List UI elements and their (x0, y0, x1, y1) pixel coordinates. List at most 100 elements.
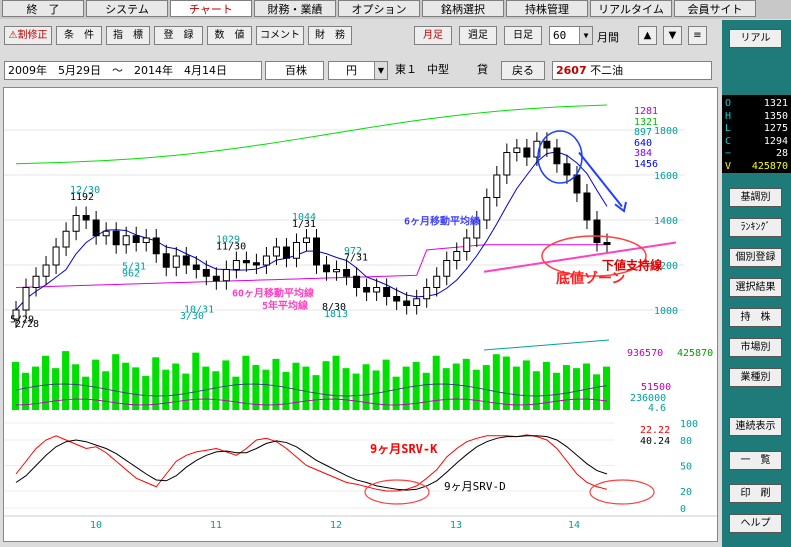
candle (202, 269, 210, 277)
menu-tab[interactable]: オプション (338, 0, 420, 17)
ohlc-panel: O 1321 H 1350 L 1275 C 1294 − 28 V 425870 (722, 95, 791, 173)
candle (603, 242, 611, 245)
price-annotation: 1192 (70, 192, 94, 203)
size-field: 中型 (424, 61, 456, 80)
volume-bar (432, 355, 440, 410)
menu-tab[interactable]: 銘柄選択 (422, 0, 504, 17)
real-button[interactable]: リアル (729, 29, 782, 48)
nav-up-button[interactable]: ▲ (638, 26, 657, 45)
toolbar-button[interactable]: 指 標 (106, 26, 150, 45)
side-button[interactable]: 一 覧 (729, 451, 782, 470)
menu-tab[interactable]: 終 了 (2, 0, 84, 17)
toolbar-button[interactable]: ⚠割修正 (4, 26, 52, 45)
candle (483, 197, 491, 221)
osc-tick-label: 50 (680, 462, 692, 473)
candle (373, 287, 381, 293)
side-button[interactable]: ヘルプ (729, 514, 782, 533)
ohlc-row: H 1350 (722, 111, 791, 123)
back-button[interactable]: 戻る (501, 61, 545, 80)
candle (92, 219, 100, 237)
count-select[interactable]: 60 ▼ (549, 26, 593, 45)
side-button[interactable]: 選択結果 (729, 278, 782, 297)
menu-tab[interactable]: システム (86, 0, 168, 17)
menu-icon[interactable]: ≡ (688, 26, 707, 45)
toolbar-button[interactable]: 登 録 (154, 26, 203, 45)
candle (523, 147, 531, 158)
side-button[interactable]: 個別登録 (729, 248, 782, 267)
ohlc-row: C 1294 (722, 136, 791, 148)
side-button[interactable]: 持 株 (729, 308, 782, 327)
stock-code-number: 2607 (556, 64, 587, 77)
side-button[interactable]: 印 刷 (729, 484, 782, 503)
side-button[interactable]: 基調別 (729, 188, 782, 207)
candle (403, 300, 411, 306)
menu-tab[interactable]: リアルタイム (590, 0, 672, 17)
volume-bar (52, 368, 60, 410)
candle (493, 174, 501, 198)
volume-bar (162, 369, 170, 410)
volume-bar (122, 362, 130, 410)
period-button[interactable]: 月足 (414, 26, 452, 45)
candle (162, 253, 170, 268)
toolbar-button[interactable]: 財 務 (308, 26, 352, 45)
price-annotation: 7/31 (344, 253, 368, 264)
volume-bar (572, 368, 580, 410)
volume-bar (272, 358, 280, 410)
volume-bar (72, 364, 80, 410)
toolbar-button[interactable]: コメント (256, 26, 304, 45)
volume-label: 4.6 (648, 403, 666, 414)
stock-code: 2607 不二油 (552, 61, 712, 80)
menu-tab[interactable]: 会員サイト (674, 0, 756, 17)
volume-bar (152, 357, 160, 410)
volume-bar (332, 355, 340, 410)
x-axis-label: 14 (568, 520, 580, 531)
candle (583, 192, 591, 221)
candle (343, 269, 351, 277)
volume-bar (192, 352, 200, 410)
candle (132, 235, 140, 243)
volume-bar (442, 368, 450, 410)
period-button[interactable]: 週足 (459, 26, 497, 45)
volume-bar (172, 363, 180, 410)
volume-bar (452, 363, 460, 410)
chevron-down-icon[interactable]: ▼ (579, 27, 592, 44)
currency-select[interactable]: 円 ▼ (328, 61, 388, 80)
price-tick-label: 1000 (654, 306, 678, 317)
candle (433, 275, 441, 288)
ohlc-row: V 425870 (722, 161, 791, 173)
candle (152, 237, 160, 255)
side-button[interactable]: 連続表示 (729, 417, 782, 436)
side-button[interactable]: ﾗﾝｷﾝｸﾞ (729, 218, 782, 237)
menu-tab[interactable]: 財務・業績 (254, 0, 336, 17)
chevron-down-icon[interactable]: ▼ (374, 62, 387, 79)
candle (463, 237, 471, 252)
toolbar-button[interactable]: 数 値 (207, 26, 252, 45)
low-ellipse (589, 479, 655, 505)
volume-bar (482, 365, 490, 410)
candle (413, 298, 421, 306)
annotation-bottom: 底値ゾーン (556, 270, 625, 287)
volume-bar (262, 369, 270, 410)
menu-tab[interactable]: 持株管理 (506, 0, 588, 17)
side-button[interactable]: 市場別 (729, 338, 782, 357)
nav-down-button[interactable]: ▼ (663, 26, 682, 45)
candle (142, 237, 150, 243)
candle (122, 235, 130, 246)
volume-bar (422, 372, 430, 410)
candle (333, 269, 341, 273)
volume-bar (202, 366, 210, 410)
volume-bar (603, 366, 610, 410)
toolbar-button[interactable]: 条 件 (56, 26, 102, 45)
legend-value: 897 (634, 127, 652, 138)
chart-area[interactable]: 1800 1600 1400 1200 1000 1281 1321 897 640 384 145… (3, 87, 718, 542)
side-button[interactable]: 業種別 (729, 368, 782, 387)
candle (42, 264, 50, 277)
candle (182, 255, 190, 266)
volume-bar (132, 367, 140, 410)
legend-value: 1456 (634, 159, 658, 170)
candle (282, 246, 290, 259)
period-button[interactable]: 日足 (504, 26, 542, 45)
candle (212, 275, 220, 282)
menu-tab[interactable]: チャート (170, 0, 252, 17)
price-tick-label: 1400 (654, 216, 678, 227)
